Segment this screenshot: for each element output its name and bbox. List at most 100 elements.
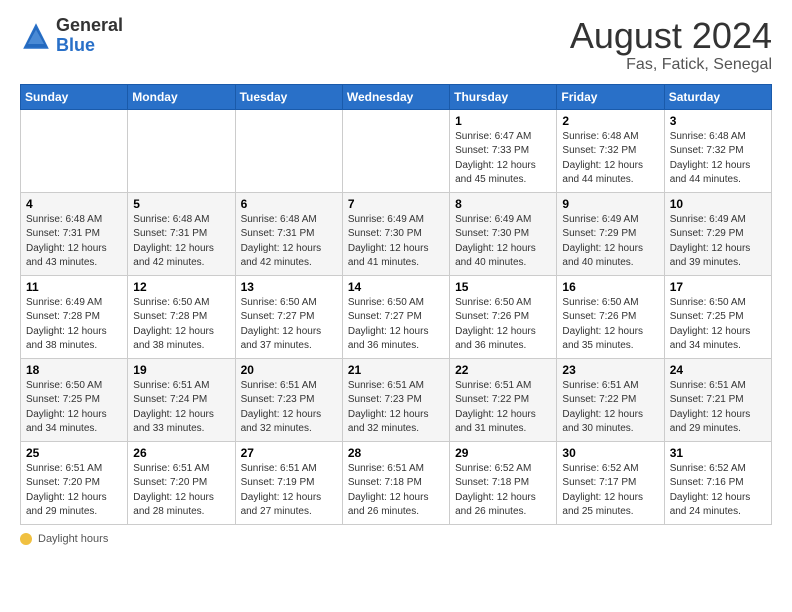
calendar-cell: 31 Sunrise: 6:52 AM Sunset: 7:16 PM Dayli… bbox=[664, 441, 771, 524]
day-number: 25 bbox=[26, 446, 122, 460]
day-info: Sunrise: 6:51 AM Sunset: 7:18 PM Dayligh… bbox=[348, 462, 444, 520]
header-row: SundayMondayTuesdayWednesdayThursdayFrid… bbox=[21, 84, 772, 109]
day-number: 31 bbox=[670, 446, 766, 460]
calendar-cell: 20 Sunrise: 6:51 AM Sunset: 7:23 PM Dayli… bbox=[235, 358, 342, 441]
day-info: Sunrise: 6:48 AM Sunset: 7:31 PM Dayligh… bbox=[241, 213, 337, 271]
calendar-cell: 21 Sunrise: 6:51 AM Sunset: 7:23 PM Dayli… bbox=[342, 358, 449, 441]
day-info: Sunrise: 6:51 AM Sunset: 7:23 PM Dayligh… bbox=[348, 379, 444, 437]
calendar-cell: 10 Sunrise: 6:49 AM Sunset: 7:29 PM Dayli… bbox=[664, 192, 771, 275]
day-info: Sunrise: 6:48 AM Sunset: 7:32 PM Dayligh… bbox=[562, 130, 658, 188]
header-day-saturday: Saturday bbox=[664, 84, 771, 109]
logo-blue: Blue bbox=[56, 36, 123, 56]
calendar-cell: 26 Sunrise: 6:51 AM Sunset: 7:20 PM Dayli… bbox=[128, 441, 235, 524]
calendar-cell: 2 Sunrise: 6:48 AM Sunset: 7:32 PM Daylig… bbox=[557, 109, 664, 192]
header-day-friday: Friday bbox=[557, 84, 664, 109]
week-row-1: 1Sunrise: 6:47 AM Sunset: 7:33 PM Daylig… bbox=[21, 109, 772, 192]
calendar-cell: 12 Sunrise: 6:50 AM Sunset: 7:28 PM Dayli… bbox=[128, 275, 235, 358]
day-info: Sunrise: 6:52 AM Sunset: 7:16 PM Dayligh… bbox=[670, 462, 766, 520]
calendar-cell: 25 Sunrise: 6:51 AM Sunset: 7:20 PM Dayli… bbox=[21, 441, 128, 524]
day-info: Sunrise: 6:49 AM Sunset: 7:30 PM Dayligh… bbox=[348, 213, 444, 271]
day-info: Sunrise: 6:50 AM Sunset: 7:25 PM Dayligh… bbox=[26, 379, 122, 437]
day-number: 9 bbox=[562, 197, 658, 211]
calendar-subtitle: Fas, Fatick, Senegal bbox=[570, 56, 772, 74]
day-info: Sunrise: 6:51 AM Sunset: 7:23 PM Dayligh… bbox=[241, 379, 337, 437]
day-number: 13 bbox=[241, 280, 337, 294]
day-number: 26 bbox=[133, 446, 229, 460]
calendar-cell: 9Sunrise: 6:49 AM Sunset: 7:29 PM Daylig… bbox=[557, 192, 664, 275]
calendar-cell: 24Sunrise: 6:51 AM Sunset: 7:21 PM Dayli… bbox=[664, 358, 771, 441]
day-number: 15 bbox=[455, 280, 551, 294]
calendar-cell: 30 Sunrise: 6:52 AM Sunset: 7:17 PM Dayli… bbox=[557, 441, 664, 524]
calendar-cell: 27Sunrise: 6:51 AM Sunset: 7:19 PM Dayli… bbox=[235, 441, 342, 524]
calendar-cell: 28Sunrise: 6:51 AM Sunset: 7:18 PM Dayli… bbox=[342, 441, 449, 524]
calendar-cell: 11Sunrise: 6:49 AM Sunset: 7:28 PM Dayli… bbox=[21, 275, 128, 358]
day-info: Sunrise: 6:49 AM Sunset: 7:30 PM Dayligh… bbox=[455, 213, 551, 271]
day-number: 23 bbox=[562, 363, 658, 377]
calendar-table: SundayMondayTuesdayWednesdayThursdayFrid… bbox=[20, 84, 772, 525]
footer-text: Daylight hours bbox=[38, 533, 108, 545]
day-number: 27 bbox=[241, 446, 337, 460]
day-number: 4 bbox=[26, 197, 122, 211]
calendar-cell: 5 Sunrise: 6:48 AM Sunset: 7:31 PM Daylig… bbox=[128, 192, 235, 275]
calendar-footer: Daylight hours bbox=[20, 533, 772, 545]
day-number: 22 bbox=[455, 363, 551, 377]
calendar-cell: 8Sunrise: 6:49 AM Sunset: 7:30 PM Daylig… bbox=[450, 192, 557, 275]
calendar-header: SundayMondayTuesdayWednesdayThursdayFrid… bbox=[21, 84, 772, 109]
day-number: 20 bbox=[241, 363, 337, 377]
day-info: Sunrise: 6:49 AM Sunset: 7:29 PM Dayligh… bbox=[670, 213, 766, 271]
header-day-tuesday: Tuesday bbox=[235, 84, 342, 109]
day-info: Sunrise: 6:51 AM Sunset: 7:20 PM Dayligh… bbox=[26, 462, 122, 520]
day-number: 2 bbox=[562, 114, 658, 128]
day-number: 17 bbox=[670, 280, 766, 294]
day-number: 19 bbox=[133, 363, 229, 377]
day-number: 12 bbox=[133, 280, 229, 294]
week-row-2: 4 Sunrise: 6:48 AM Sunset: 7:31 PM Daylig… bbox=[21, 192, 772, 275]
day-number: 3 bbox=[670, 114, 766, 128]
header: General Blue August 2024 Fas, Fatick, Se… bbox=[20, 16, 772, 74]
day-number: 11 bbox=[26, 280, 122, 294]
header-day-sunday: Sunday bbox=[21, 84, 128, 109]
day-number: 29 bbox=[455, 446, 551, 460]
calendar-cell: 16Sunrise: 6:50 AM Sunset: 7:26 PM Dayli… bbox=[557, 275, 664, 358]
calendar-cell: 13Sunrise: 6:50 AM Sunset: 7:27 PM Dayli… bbox=[235, 275, 342, 358]
day-info: Sunrise: 6:48 AM Sunset: 7:31 PM Dayligh… bbox=[26, 213, 122, 271]
calendar-cell: 3 Sunrise: 6:48 AM Sunset: 7:32 PM Daylig… bbox=[664, 109, 771, 192]
calendar-cell bbox=[342, 109, 449, 192]
day-info: Sunrise: 6:52 AM Sunset: 7:18 PM Dayligh… bbox=[455, 462, 551, 520]
day-info: Sunrise: 6:51 AM Sunset: 7:20 PM Dayligh… bbox=[133, 462, 229, 520]
day-info: Sunrise: 6:51 AM Sunset: 7:22 PM Dayligh… bbox=[455, 379, 551, 437]
day-number: 6 bbox=[241, 197, 337, 211]
calendar-cell: 6 Sunrise: 6:48 AM Sunset: 7:31 PM Daylig… bbox=[235, 192, 342, 275]
day-number: 7 bbox=[348, 197, 444, 211]
calendar-cell: 4 Sunrise: 6:48 AM Sunset: 7:31 PM Daylig… bbox=[21, 192, 128, 275]
day-info: Sunrise: 6:51 AM Sunset: 7:24 PM Dayligh… bbox=[133, 379, 229, 437]
day-info: Sunrise: 6:50 AM Sunset: 7:26 PM Dayligh… bbox=[455, 296, 551, 354]
week-row-3: 11Sunrise: 6:49 AM Sunset: 7:28 PM Dayli… bbox=[21, 275, 772, 358]
day-info: Sunrise: 6:47 AM Sunset: 7:33 PM Dayligh… bbox=[455, 130, 551, 188]
logo-text: General Blue bbox=[56, 16, 123, 56]
day-number: 5 bbox=[133, 197, 229, 211]
day-number: 10 bbox=[670, 197, 766, 211]
logo: General Blue bbox=[20, 16, 123, 56]
day-number: 30 bbox=[562, 446, 658, 460]
calendar-cell: 18 Sunrise: 6:50 AM Sunset: 7:25 PM Dayli… bbox=[21, 358, 128, 441]
day-number: 18 bbox=[26, 363, 122, 377]
day-number: 24 bbox=[670, 363, 766, 377]
logo-icon bbox=[20, 20, 52, 52]
week-row-5: 25 Sunrise: 6:51 AM Sunset: 7:20 PM Dayli… bbox=[21, 441, 772, 524]
day-info: Sunrise: 6:50 AM Sunset: 7:28 PM Dayligh… bbox=[133, 296, 229, 354]
logo-general: General bbox=[56, 16, 123, 36]
week-row-4: 18 Sunrise: 6:50 AM Sunset: 7:25 PM Dayli… bbox=[21, 358, 772, 441]
day-info: Sunrise: 6:52 AM Sunset: 7:17 PM Dayligh… bbox=[562, 462, 658, 520]
day-info: Sunrise: 6:48 AM Sunset: 7:32 PM Dayligh… bbox=[670, 130, 766, 188]
calendar-cell: 19 Sunrise: 6:51 AM Sunset: 7:24 PM Dayli… bbox=[128, 358, 235, 441]
calendar-cell bbox=[128, 109, 235, 192]
day-info: Sunrise: 6:48 AM Sunset: 7:31 PM Dayligh… bbox=[133, 213, 229, 271]
day-number: 14 bbox=[348, 280, 444, 294]
daylight-icon bbox=[20, 533, 32, 545]
page: General Blue August 2024 Fas, Fatick, Se… bbox=[0, 0, 792, 612]
header-day-thursday: Thursday bbox=[450, 84, 557, 109]
calendar-cell: 17Sunrise: 6:50 AM Sunset: 7:25 PM Dayli… bbox=[664, 275, 771, 358]
day-number: 16 bbox=[562, 280, 658, 294]
day-number: 21 bbox=[348, 363, 444, 377]
